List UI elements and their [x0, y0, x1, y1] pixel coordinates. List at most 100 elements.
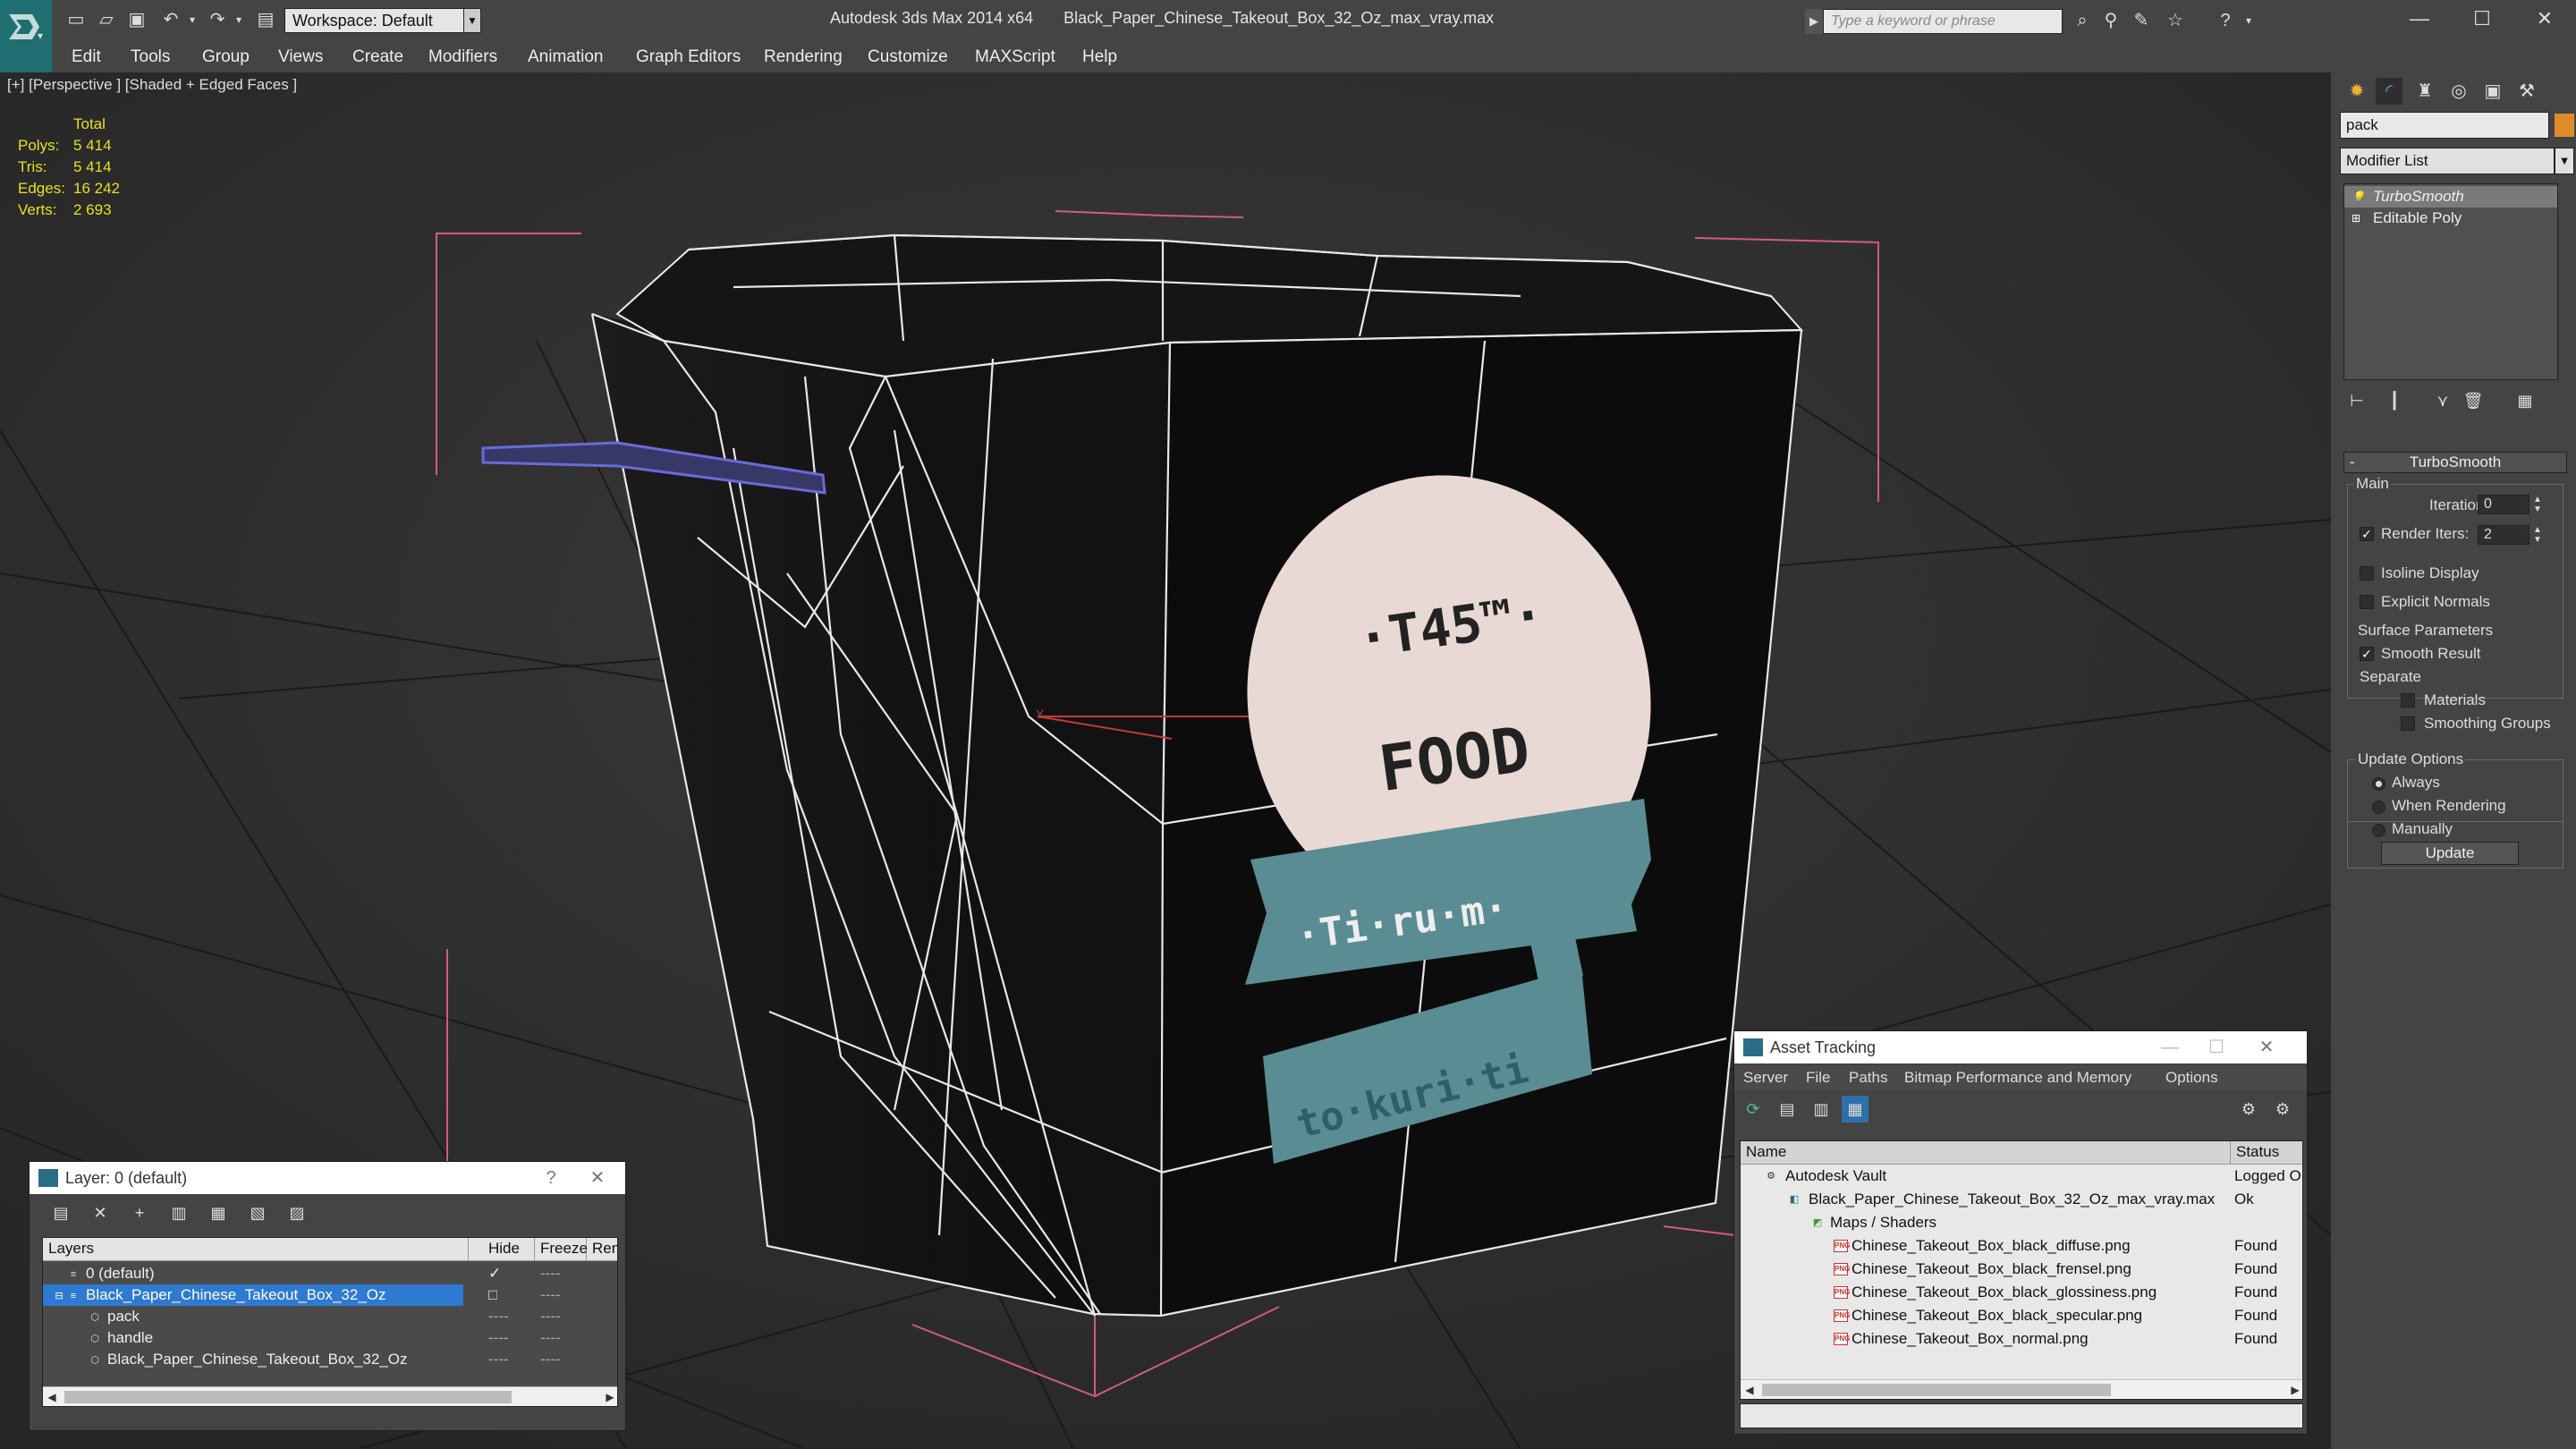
asset-menu-paths[interactable]: Paths [1849, 1069, 1887, 1087]
col-hide[interactable]: Hide [483, 1238, 535, 1261]
update-button[interactable]: Update [2381, 842, 2519, 865]
scroll-left-icon[interactable]: ◀ [1741, 1380, 1758, 1399]
scroll-right-icon[interactable]: ▶ [601, 1387, 617, 1406]
menu-views[interactable]: Views [278, 42, 323, 72]
maximize-button[interactable]: ☐ [2451, 0, 2513, 39]
detail-view-icon[interactable]: ▥ [1808, 1096, 1835, 1123]
asset-menu-bitmap[interactable]: Bitmap Performance and Memory [1904, 1069, 2131, 1087]
table-view-icon[interactable]: ▦ [1842, 1096, 1868, 1123]
col-name[interactable]: Name [1741, 1141, 2231, 1165]
delete-layer-icon[interactable]: ✕ [87, 1199, 114, 1226]
show-end-result-icon[interactable]: ┃ [2381, 387, 2408, 414]
object-freeze-toggle[interactable]: ---- [540, 1327, 561, 1351]
menu-customize[interactable]: Customize [868, 42, 948, 72]
search-input[interactable]: Type a keyword or phrase [1823, 9, 2063, 34]
col-render[interactable]: Ren [587, 1238, 617, 1261]
lightbulb-icon[interactable]: 💡 [2351, 191, 2365, 202]
motion-tab-icon[interactable]: ◎ [2445, 78, 2472, 105]
render-iters-checkbox[interactable]: ✓ [2360, 527, 2374, 541]
smoothing-groups-checkbox[interactable] [2401, 716, 2415, 731]
pin-stack-icon[interactable]: ⊢ [2343, 387, 2370, 414]
menu-rendering[interactable]: Rendering [764, 42, 843, 72]
layer-row-takeout-box[interactable]: ⊟ ≡ Black_Paper_Chinese_Takeout_Box_32_O… [43, 1284, 463, 1306]
communication-icon[interactable]: ✎ [2129, 8, 2154, 33]
remove-modifier-icon[interactable]: 🗑 [2460, 387, 2487, 414]
render-iters-spinner-arrows-icon[interactable]: ▲ ▼ [2531, 525, 2544, 545]
undo-icon[interactable]: ↶ [159, 8, 182, 31]
col-layers[interactable]: Layers [43, 1238, 469, 1261]
freeze-unfreeze-icon[interactable]: ▨ [284, 1199, 310, 1226]
new-layer-icon[interactable]: ▤ [47, 1199, 74, 1226]
undo-dropdown-icon[interactable]: ▾ [181, 8, 204, 31]
redo-dropdown-icon[interactable]: ▾ [227, 8, 250, 31]
asset-row-glossiness[interactable]: PNG Chinese_Takeout_Box_black_glossiness… [1741, 1281, 2302, 1304]
layer-row-pack[interactable]: ⬡ pack ---- ---- [43, 1306, 617, 1327]
object-hide-toggle[interactable]: ---- [488, 1327, 509, 1351]
explicit-normals-checkbox[interactable] [2360, 595, 2374, 609]
menu-maxscript[interactable]: MAXScript [975, 42, 1055, 72]
scroll-right-icon[interactable]: ▶ [2286, 1380, 2302, 1399]
select-objects-icon[interactable]: ▥ [165, 1199, 192, 1226]
materials-checkbox[interactable] [2401, 693, 2415, 708]
vault-settings-icon[interactable]: ⚙ [2269, 1096, 2296, 1123]
collapse-icon[interactable]: - [2350, 453, 2355, 472]
close-window-button[interactable]: ✕ [2513, 0, 2576, 39]
object-freeze-toggle[interactable]: ---- [540, 1349, 561, 1372]
asset-row-specular[interactable]: PNG Chinese_Takeout_Box_black_specular.p… [1741, 1304, 2302, 1327]
app-logo-button[interactable]: ▾ [0, 0, 52, 79]
object-hide-toggle[interactable]: ---- [488, 1349, 509, 1372]
asset-menu-options[interactable]: Options [2165, 1069, 2218, 1087]
menu-modifiers[interactable]: Modifiers [428, 42, 497, 72]
list-view-icon[interactable]: ▤ [1774, 1096, 1801, 1123]
viewport-label[interactable]: [+] [Perspective ] [Shaded + Edged Faces… [7, 76, 297, 94]
collapse-minus-icon[interactable]: ⊟ [54, 1291, 64, 1301]
object-color-swatch[interactable] [2555, 114, 2574, 137]
workspace-dropdown-arrow-icon[interactable]: ▼ [463, 8, 481, 33]
menu-tools[interactable]: Tools [131, 42, 170, 72]
asset-row-normal[interactable]: PNG Chinese_Takeout_Box_normal.png Found [1741, 1327, 2302, 1351]
layer-horizontal-scrollbar[interactable]: ◀ ▶ [43, 1386, 617, 1406]
scroll-thumb[interactable] [1762, 1384, 2111, 1396]
asset-minimize-button[interactable]: — [2149, 1031, 2190, 1063]
utilities-tab-icon[interactable]: ⚒ [2513, 78, 2540, 105]
layer-freeze-toggle[interactable]: ---- [540, 1284, 561, 1308]
isoline-display-checkbox[interactable] [2360, 566, 2374, 580]
modify-tab-icon[interactable]: ◜ [2376, 78, 2402, 105]
layer-hide-toggle[interactable]: □ [488, 1284, 497, 1308]
subscription-icon[interactable]: ⚲ [2098, 8, 2123, 33]
menu-animation[interactable]: Animation [528, 42, 604, 72]
layer-freeze-toggle[interactable]: ---- [540, 1263, 561, 1286]
create-tab-icon[interactable]: ✹ [2343, 78, 2370, 105]
asset-row-vault[interactable]: ⚙ Autodesk Vault Logged O [1741, 1165, 2302, 1188]
menu-create[interactable]: Create [352, 42, 403, 72]
turbosmooth-rollout-header[interactable]: - TurboSmooth [2343, 452, 2567, 473]
asset-horizontal-scrollbar[interactable]: ◀ ▶ [1741, 1379, 2302, 1399]
layer-row-default[interactable]: ≡ 0 (default) ✓ ---- [43, 1263, 617, 1284]
asset-menu-file[interactable]: File [1806, 1069, 1830, 1087]
project-folder-icon[interactable]: ▤ [254, 8, 277, 31]
object-freeze-toggle[interactable]: ---- [540, 1306, 561, 1329]
asset-menu-server[interactable]: Server [1743, 1069, 1788, 1087]
asset-row-frensel[interactable]: PNG Chinese_Takeout_Box_black_frensel.pn… [1741, 1258, 2302, 1281]
scroll-left-icon[interactable]: ◀ [43, 1387, 61, 1406]
stack-item-turbosmooth[interactable]: 💡 TurboSmooth [2344, 186, 2557, 208]
iterations-spinner-arrows-icon[interactable]: ▲ ▼ [2531, 495, 2544, 514]
object-hide-toggle[interactable]: ---- [488, 1306, 509, 1329]
layer-close-button[interactable]: ✕ [577, 1162, 618, 1194]
layer-row-handle[interactable]: ⬡ handle ---- ---- [43, 1327, 617, 1349]
update-when-rendering-radio[interactable] [2372, 801, 2385, 814]
smooth-result-checkbox[interactable]: ✓ [2360, 647, 2374, 661]
modifier-list-dropdown[interactable]: Modifier List [2340, 148, 2555, 174]
asset-maximize-button[interactable]: ☐ [2196, 1031, 2237, 1063]
make-unique-icon[interactable]: ⋎ [2429, 387, 2456, 414]
open-file-icon[interactable]: ▱ [95, 8, 118, 31]
help-icon[interactable]: ? [2213, 8, 2238, 33]
save-file-icon[interactable]: ▣ [125, 8, 148, 31]
menu-graph-editors[interactable]: Graph Editors [636, 42, 741, 72]
asset-row-diffuse[interactable]: PNG Chinese_Takeout_Box_black_diffuse.pn… [1741, 1234, 2302, 1258]
vault-help-icon[interactable]: ⚙ [2235, 1096, 2262, 1123]
new-file-icon[interactable]: ▭ [64, 8, 88, 31]
expand-plus-icon[interactable]: ⊞ [2351, 213, 2362, 224]
update-manually-radio[interactable] [2372, 824, 2385, 837]
hide-unhide-icon[interactable]: ▧ [244, 1199, 271, 1226]
